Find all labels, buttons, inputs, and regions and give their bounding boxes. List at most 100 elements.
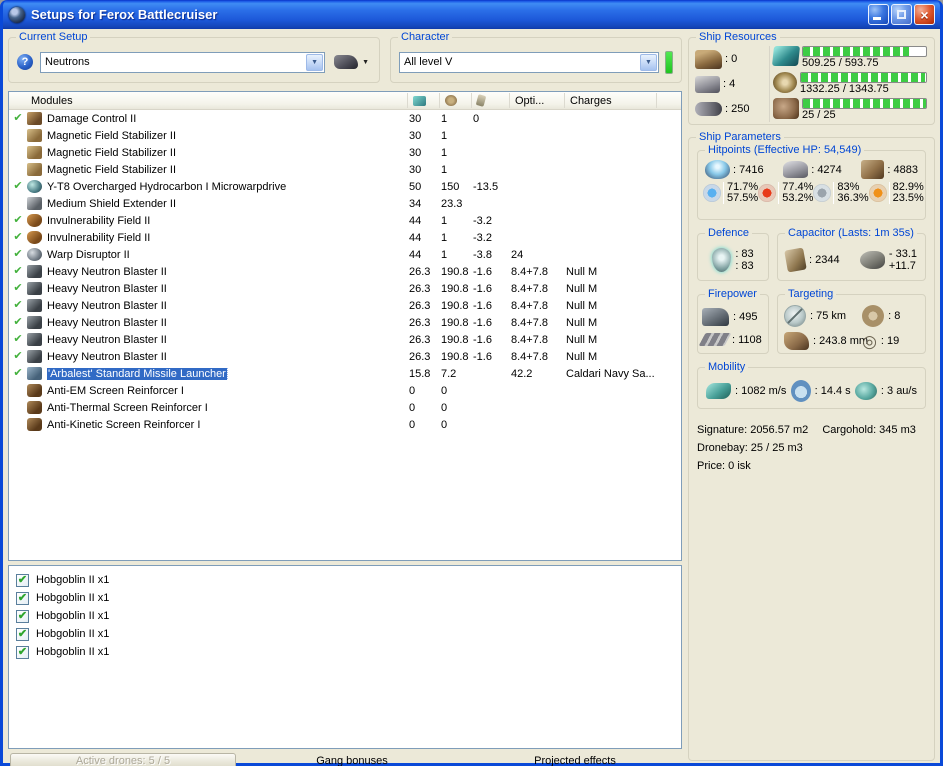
module-row[interactable]: ✔ Warp Disruptor II 44 1 -3.8 24 bbox=[9, 246, 681, 263]
module-col-cpu: 26.3 bbox=[409, 299, 431, 312]
explosive-resist-icon bbox=[868, 184, 887, 202]
drone-checkbox[interactable]: ✔ bbox=[16, 573, 29, 587]
module-col-opti: 42.2 bbox=[511, 367, 533, 380]
minimize-button[interactable] bbox=[868, 4, 889, 25]
resist-divider bbox=[833, 182, 835, 204]
resist-values: 71.7% 57.5% bbox=[727, 182, 758, 204]
powergrid-column-header[interactable] bbox=[439, 93, 471, 108]
setup-menu-button[interactable]: ▼ bbox=[332, 53, 371, 71]
shield-extender-icon bbox=[27, 197, 42, 210]
defence-label: Defence bbox=[705, 227, 752, 240]
module-active-check-icon: ✔ bbox=[13, 282, 23, 294]
resist-cell: 77.4% 53.2% bbox=[758, 182, 813, 204]
module-row[interactable]: Anti-Kinetic Screen Reinforcer I 0 0 bbox=[9, 416, 681, 433]
maximize-button[interactable] bbox=[891, 4, 912, 25]
charges-column-header[interactable]: Charges bbox=[564, 93, 656, 108]
active-drones-tab[interactable]: Active drones: 5 / 5 bbox=[10, 753, 236, 766]
chevron-down-icon[interactable]: ▼ bbox=[306, 53, 324, 71]
module-row[interactable]: Magnetic Field Stabilizer II 30 1 bbox=[9, 161, 681, 178]
module-row[interactable]: ✔ Heavy Neutron Blaster II 26.3 190.8 -1.6 8.… bbox=[9, 314, 681, 331]
module-col-opti: 24 bbox=[511, 248, 524, 261]
cpu-column-header[interactable] bbox=[407, 93, 439, 108]
calibration-icon bbox=[695, 101, 722, 116]
titlebar[interactable]: Setups for Ferox Battlecruiser × bbox=[3, 0, 940, 29]
chevron-down-icon: ▼ bbox=[362, 58, 369, 66]
module-row[interactable]: ✔ Invulnerability Field II 44 1 -3.2 bbox=[9, 212, 681, 229]
character-group: Character All level V ▼ bbox=[390, 31, 682, 83]
module-row[interactable]: ✔ Y-T8 Overcharged Hydrocarbon I Microwar… bbox=[9, 178, 681, 195]
drone-row[interactable]: ✔ Hobgoblin II x1 bbox=[9, 625, 681, 643]
module-name: Damage Control II bbox=[47, 113, 407, 125]
gang-bonuses-tab[interactable]: Gang bonuses bbox=[236, 755, 468, 766]
firepower-targeting-row: Firepower : 495 : 1108 Targeting: 75 km… bbox=[697, 288, 926, 354]
drone-checkbox[interactable]: ✔ bbox=[16, 591, 29, 605]
help-icon[interactable]: ? bbox=[17, 54, 33, 70]
module-row[interactable]: Anti-Thermal Screen Reinforcer I 0 0 bbox=[9, 399, 681, 416]
module-active-check-icon: ✔ bbox=[13, 316, 23, 328]
module-row[interactable]: ✔ 'Arbalest' Standard Missile Launcher 15.… bbox=[9, 365, 681, 382]
speed-value: : 1082 m/s bbox=[735, 385, 787, 397]
drone-row[interactable]: ✔ Hobgoblin II x1 bbox=[9, 571, 681, 589]
module-row[interactable]: Magnetic Field Stabilizer II 30 1 bbox=[9, 127, 681, 144]
module-row[interactable]: Anti-EM Screen Reinforcer I 0 0 bbox=[9, 382, 681, 399]
module-row[interactable]: ✔ Heavy Neutron Blaster II 26.3 190.8 -1.6 8.… bbox=[9, 348, 681, 365]
firepower-label: Firepower bbox=[705, 288, 760, 301]
module-name: Heavy Neutron Blaster II bbox=[47, 334, 407, 346]
modules-column-header[interactable]: Modules bbox=[9, 95, 407, 107]
module-active-check-icon: ✔ bbox=[13, 248, 23, 260]
projected-effects-tab[interactable]: Projected effects bbox=[468, 755, 682, 766]
ship-resources-label: Ship Resources bbox=[696, 31, 780, 44]
module-name: Anti-EM Screen Reinforcer I bbox=[47, 385, 407, 397]
module-col-cpu: 30 bbox=[409, 163, 422, 176]
chevron-down-icon[interactable]: ▼ bbox=[640, 53, 657, 71]
resist-cell: 83% 36.3% bbox=[813, 182, 869, 204]
scan-resolution-icon bbox=[784, 332, 809, 351]
setup-combobox[interactable]: Neutrons ▼ bbox=[40, 51, 326, 73]
drones-panel: ✔ Hobgoblin II x1 ✔ Hobgoblin II x1 ✔ Hobgobl… bbox=[8, 565, 682, 749]
resist-armor-value: 36.3% bbox=[837, 192, 869, 204]
warp-speed-icon bbox=[854, 382, 877, 400]
module-col-pg: 7.2 bbox=[441, 367, 457, 380]
module-row[interactable]: ✔ Heavy Neutron Blaster II 26.3 190.8 -1.6 8.… bbox=[9, 297, 681, 314]
minimize-icon bbox=[873, 17, 881, 20]
module-row[interactable]: Medium Shield Extender II 34 23.3 bbox=[9, 195, 681, 212]
module-row[interactable]: ✔ Heavy Neutron Blaster II 26.3 190.8 -1.6 8.… bbox=[9, 331, 681, 348]
drone-label: Hobgoblin II x1 bbox=[36, 574, 110, 586]
capacitor-drain: - 33.1 bbox=[888, 248, 917, 260]
module-row[interactable]: Magnetic Field Stabilizer II 30 1 bbox=[9, 144, 681, 161]
drone-checkbox[interactable]: ✔ bbox=[16, 645, 29, 659]
module-row[interactable]: ✔ Damage Control II 30 1 0 bbox=[9, 110, 681, 127]
module-col-pg: 1 bbox=[441, 112, 448, 125]
character-combobox[interactable]: All level V ▼ bbox=[399, 51, 659, 73]
module-row[interactable]: ✔ Heavy Neutron Blaster II 26.3 190.8 -1.6 8.… bbox=[9, 280, 681, 297]
close-button[interactable]: × bbox=[914, 4, 935, 25]
capacitor-group: Capacitor (Lasts: 1m 35s) : 2344 - 33.1 … bbox=[777, 227, 926, 281]
defence-values: : 83 : 83 bbox=[735, 248, 753, 272]
targeting-range-value: : 75 km bbox=[810, 310, 847, 323]
capacitor-delta-values: - 33.1 +11.7 bbox=[889, 248, 917, 272]
resource-bar-col: 1332.25 / 1343.75 bbox=[800, 72, 930, 96]
drone-checkbox[interactable]: ✔ bbox=[16, 609, 29, 623]
drone-row[interactable]: ✔ Hobgoblin II x1 bbox=[9, 607, 681, 625]
modules-rows: ✔ Damage Control II 30 1 0 Magnetic Field Sta… bbox=[9, 110, 681, 560]
module-row[interactable]: ✔ Heavy Neutron Blaster II 26.3 190.8 -1.6 8.… bbox=[9, 263, 681, 280]
optimal-column-header[interactable]: Opti... bbox=[509, 93, 564, 108]
ship-icon bbox=[334, 55, 359, 69]
modules-header[interactable]: Modules Opti... Charges bbox=[9, 92, 681, 110]
drone-row[interactable]: ✔ Hobgoblin II x1 bbox=[9, 589, 681, 607]
module-name: Heavy Neutron Blaster II bbox=[47, 300, 407, 312]
resource-bar bbox=[800, 72, 927, 83]
module-row[interactable]: ✔ Invulnerability Field II 44 1 -3.2 bbox=[9, 229, 681, 246]
drones-rows: ✔ Hobgoblin II x1 ✔ Hobgoblin II x1 ✔ Hobgobl… bbox=[9, 571, 681, 661]
maximize-icon bbox=[897, 10, 906, 19]
capacitor-column-header[interactable] bbox=[471, 93, 509, 108]
turret-dps-pair: : 495 bbox=[702, 308, 764, 326]
drone-row[interactable]: ✔ Hobgoblin II x1 bbox=[9, 643, 681, 661]
hp-pool-value: : 7416 bbox=[733, 163, 764, 176]
module-col-opti: 8.4+7.8 bbox=[511, 265, 549, 278]
drone-capacity-icon bbox=[773, 98, 799, 119]
resource-bar bbox=[802, 98, 927, 109]
module-col-charges: Null M bbox=[566, 333, 598, 346]
drone-checkbox[interactable]: ✔ bbox=[16, 627, 29, 641]
module-col-pg: 190.8 bbox=[441, 350, 469, 363]
